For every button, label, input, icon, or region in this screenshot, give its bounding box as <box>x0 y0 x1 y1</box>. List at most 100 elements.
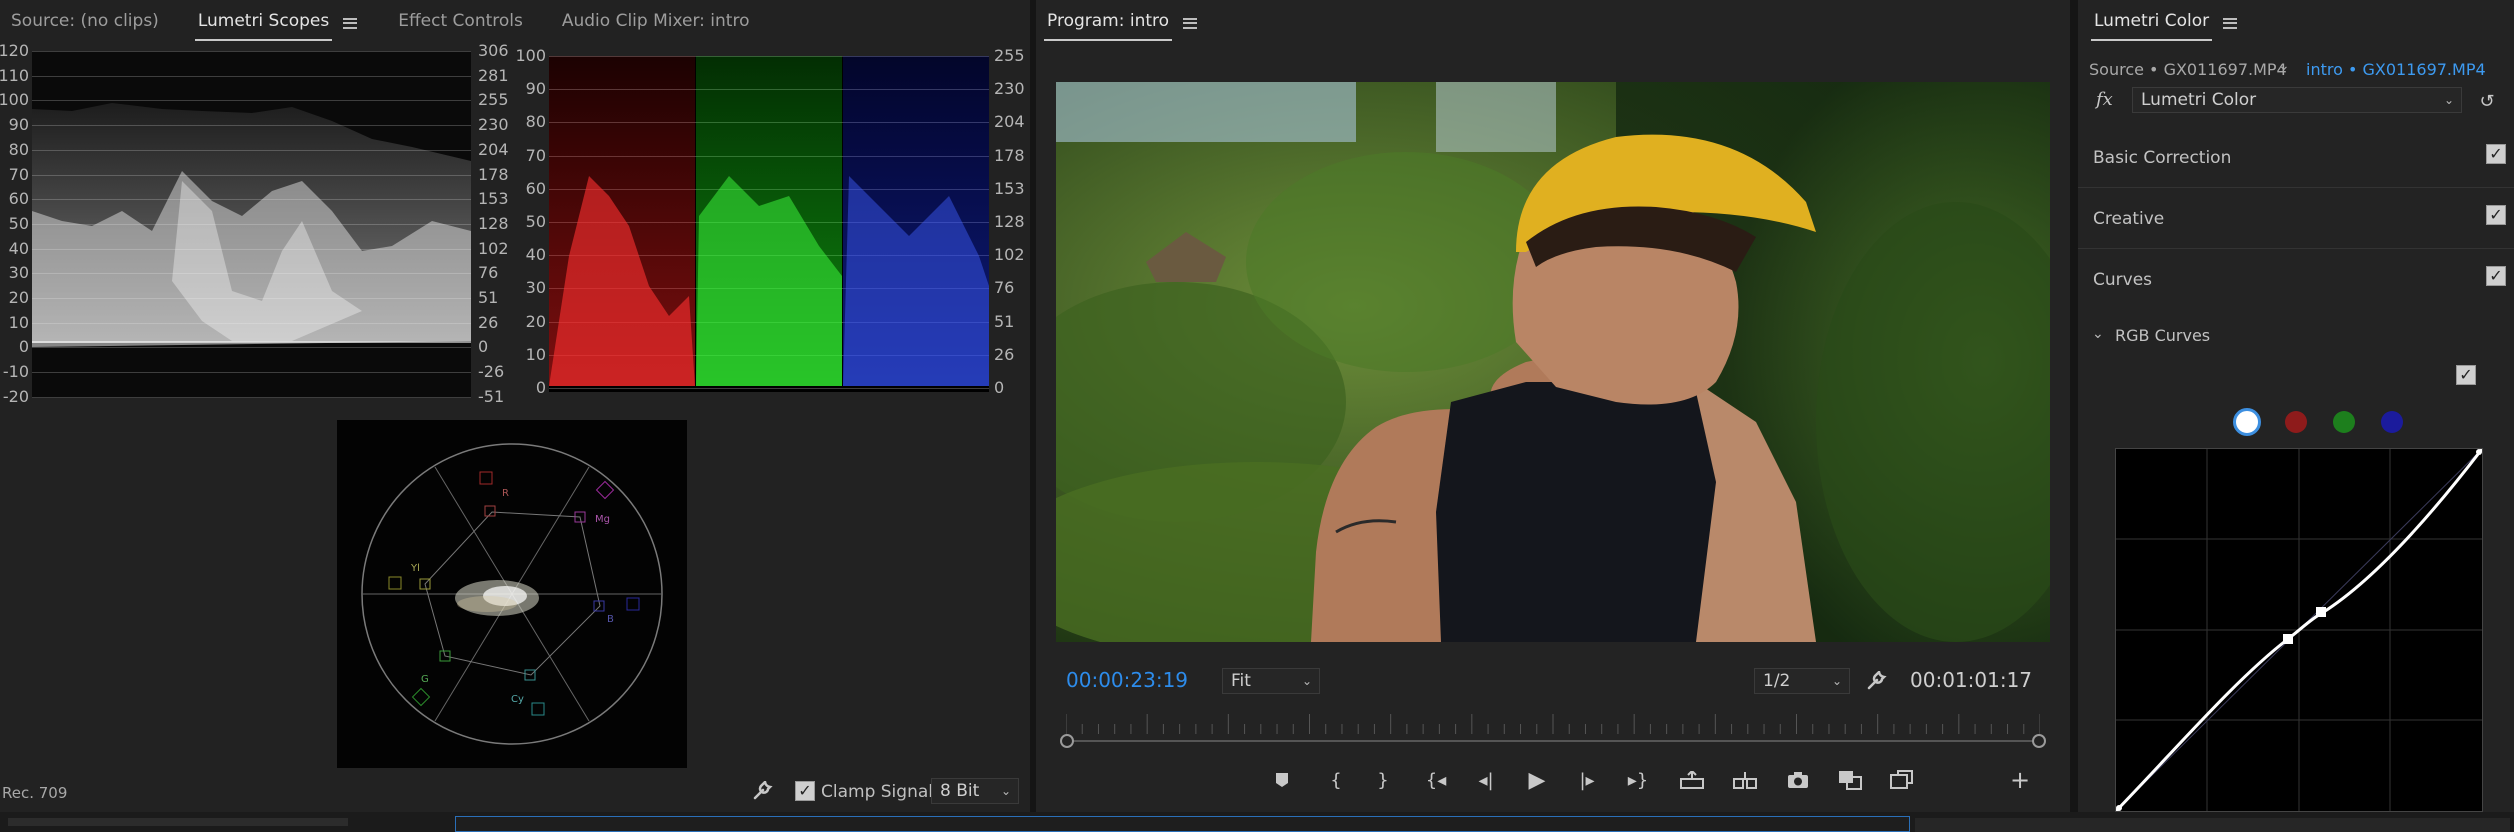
clamp-signal-checkbox[interactable]: ✓ <box>795 781 815 801</box>
scope-tick-label: 0 <box>994 378 1005 397</box>
mark-out-icon[interactable]: } <box>1369 766 1397 794</box>
section-curves[interactable]: Curves <box>2078 250 2514 310</box>
tab-audio-clip-mixer[interactable]: Audio Clip Mixer: intro <box>562 11 750 35</box>
play-icon[interactable]: ▶ <box>1523 766 1551 794</box>
scope-tick-label: 153 <box>478 189 509 209</box>
scope-tick-label: 281 <box>478 65 509 85</box>
program-monitor-panel: Program: intro 00:00:23:19 Fit ⌄ 1/2 ⌄ 0… <box>1036 0 2480 812</box>
scope-tick-label: 76 <box>994 278 1015 298</box>
panel-menu-icon[interactable] <box>343 17 358 29</box>
channel-selectors <box>2233 408 2423 436</box>
add-marker-icon[interactable] <box>1268 766 1296 794</box>
rgb-curve-graph[interactable] <box>2115 448 2483 812</box>
chevron-down-icon: ⌄ <box>1831 674 1842 688</box>
scope-tick-label: 128 <box>478 213 509 233</box>
creative-checkbox[interactable]: ✓ <box>2486 205 2506 225</box>
scope-tick-label: 70 <box>8 164 29 184</box>
in-point-marker[interactable] <box>1060 734 1074 748</box>
target-clip-link[interactable]: intro • GX011697.MP4 <box>2306 62 2486 78</box>
scope-tick-label: 110 <box>0 65 29 85</box>
scope-tick-label: 30 <box>525 278 546 298</box>
scope-tick-label: 230 <box>478 115 509 135</box>
tab-source[interactable]: Source: (no clips) <box>11 11 159 35</box>
vectorscope-label-yl: Yl <box>411 563 420 574</box>
panel-divider[interactable] <box>1030 0 1036 812</box>
scope-tick-label: 128 <box>994 212 1025 231</box>
mark-in-icon[interactable]: { <box>1322 766 1350 794</box>
scope-tick-label: 80 <box>525 112 546 132</box>
section-creative[interactable]: Creative <box>2078 189 2514 249</box>
fx-icon: fx <box>2096 89 2113 110</box>
chevron-down-icon[interactable]: ⌄ <box>2092 326 2104 342</box>
scope-tick-label: 204 <box>994 112 1025 132</box>
channel-green-button[interactable] <box>2333 411 2355 433</box>
scope-tick-label: -26 <box>478 362 505 382</box>
rgb-curves-checkbox[interactable]: ✓ <box>2456 365 2476 385</box>
zoom-fit-value: Fit <box>1231 671 1251 691</box>
program-video-frame <box>1056 82 2050 642</box>
program-scrub-bar[interactable] <box>1060 731 2046 751</box>
scope-tick-label: 90 <box>8 115 29 135</box>
chevron-down-icon: ⌄ <box>2443 93 2454 107</box>
tab-lumetri-scopes[interactable]: Lumetri Scopes <box>194 11 333 41</box>
scope-tick-label: 153 <box>994 178 1025 198</box>
panel-divider[interactable] <box>2070 0 2078 812</box>
tab-program[interactable]: Program: intro <box>1043 11 1173 41</box>
scope-tick-label: 30 <box>8 263 29 283</box>
color-standard-label: Rec. 709 <box>2 784 68 802</box>
panel-menu-icon[interactable] <box>1183 17 1198 29</box>
step-back-icon[interactable]: ◂| <box>1472 766 1500 794</box>
scope-tick-label: 306 <box>478 41 509 60</box>
go-to-in-icon[interactable]: {◂ <box>1420 766 1452 794</box>
curves-checkbox[interactable]: ✓ <box>2486 266 2506 286</box>
scope-tick-label: 10 <box>8 312 29 332</box>
basic-correction-checkbox[interactable]: ✓ <box>2486 144 2506 164</box>
chevron-down-icon: ⌄ <box>1301 674 1312 688</box>
playback-resolution-value: 1/2 <box>1763 671 1791 691</box>
scope-tick-label: -51 <box>478 386 505 406</box>
step-forward-icon[interactable]: |▸ <box>1573 766 1601 794</box>
scope-tick-label: 102 <box>994 245 1025 265</box>
effect-select[interactable]: Lumetri Color ⌄ <box>2132 87 2462 113</box>
lumetri-scopes-panel: Source: (no clips) Lumetri Scopes Effect… <box>0 0 1030 812</box>
tab-effect-controls[interactable]: Effect Controls <box>398 11 523 35</box>
vectorscope-label-mg: Mg <box>595 514 610 525</box>
source-clip-label: Source • GX011697.MP4 <box>2089 60 2287 79</box>
vectorscope-label-b: B <box>607 614 614 625</box>
scope-tick-label: 51 <box>478 288 499 307</box>
panel-menu-icon[interactable] <box>2223 17 2238 29</box>
scope-tick-label: 50 <box>8 213 29 233</box>
go-to-out-icon[interactable]: ▸} <box>1622 766 1654 794</box>
comparison-view-icon[interactable] <box>1834 766 1866 794</box>
section-curves-label: Curves <box>2093 270 2153 290</box>
wrench-icon[interactable] <box>1864 668 1890 694</box>
section-basic-correction[interactable]: Basic Correction <box>2078 128 2514 188</box>
channel-luma-button[interactable] <box>2233 408 2261 436</box>
section-creative-label: Creative <box>2093 208 2165 229</box>
out-point-marker[interactable] <box>2032 734 2046 748</box>
reset-icon[interactable]: ↺ <box>2474 88 2500 114</box>
toggle-proxies-icon[interactable] <box>1886 766 1918 794</box>
rgb-curves-label[interactable]: RGB Curves <box>2115 328 2210 344</box>
channel-blue-button[interactable] <box>2381 411 2403 433</box>
wrench-icon[interactable] <box>750 778 776 804</box>
extract-icon[interactable] <box>1729 766 1761 794</box>
chevron-down-icon[interactable]: ⌄ <box>2278 58 2290 74</box>
playback-resolution-select[interactable]: 1/2 ⌄ <box>1754 668 1850 694</box>
scope-tick-label: 80 <box>8 139 29 159</box>
sequence-duration: 00:01:01:17 <box>1910 668 2033 692</box>
channel-red-button[interactable] <box>2285 411 2307 433</box>
add-button-icon[interactable]: + <box>2006 766 2034 794</box>
scope-tick-label: 230 <box>994 79 1025 99</box>
bit-depth-select[interactable]: 8 Bit ⌄ <box>931 778 1019 804</box>
scope-tick-label: -20 <box>2 386 29 406</box>
scope-tick-label: 0 <box>535 378 546 397</box>
left-tabbar: Source: (no clips) Lumetri Scopes Effect… <box>0 0 1030 46</box>
export-frame-icon[interactable] <box>1782 766 1814 794</box>
scope-tick-label: 102 <box>478 238 509 258</box>
chevron-down-icon: ⌄ <box>1000 784 1011 798</box>
lift-icon[interactable] <box>1676 766 1708 794</box>
zoom-fit-select[interactable]: Fit ⌄ <box>1222 668 1320 694</box>
playhead-timecode[interactable]: 00:00:23:19 <box>1066 670 1188 690</box>
tab-lumetri-color[interactable]: Lumetri Color <box>2090 11 2213 41</box>
